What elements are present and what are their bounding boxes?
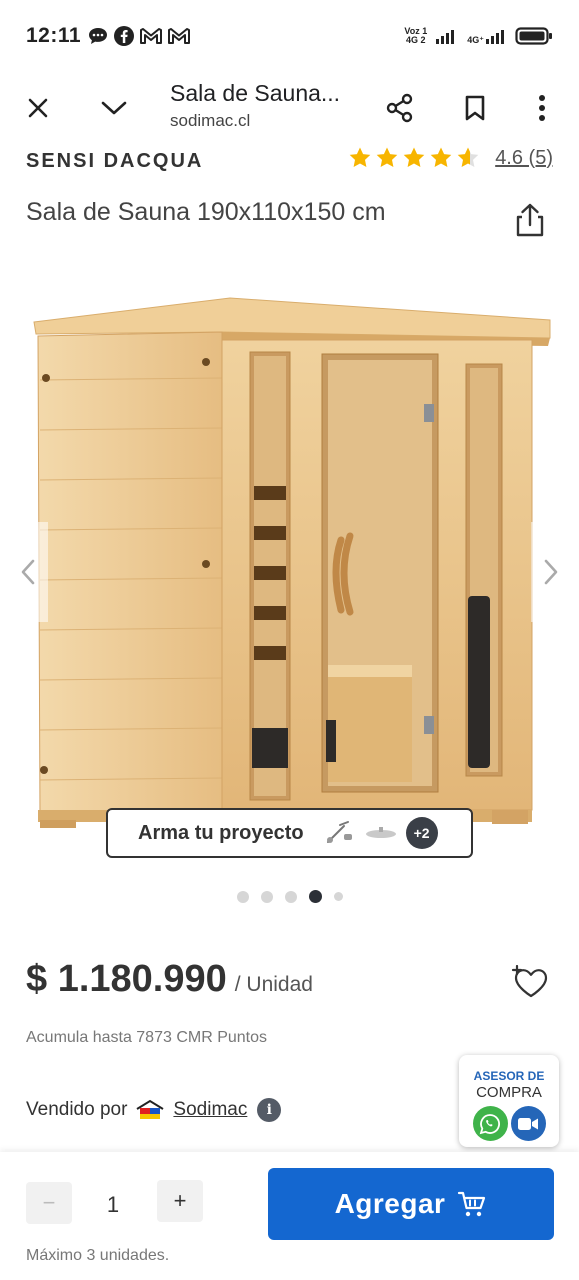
- volte-indicator: Voz 1 4G 2: [404, 26, 428, 45]
- add-to-cart-bar: − 1 + Agregar Máximo 3 unidades.: [0, 1152, 579, 1280]
- heart-plus-icon: [511, 965, 548, 998]
- close-tab-button[interactable]: [16, 86, 60, 130]
- quantity-value: 1: [106, 1192, 120, 1217]
- signal-icon: [435, 27, 459, 45]
- add-to-cart-label: Agregar: [334, 1188, 446, 1219]
- video-camera-icon: [518, 1117, 538, 1130]
- gmail-icon: [139, 27, 163, 45]
- more-products-badge: +2: [405, 817, 438, 849]
- advisor-subtitle: COMPRA: [476, 1084, 542, 1101]
- close-icon: [28, 98, 48, 118]
- tab-title-block: Sala de Sauna... sodimac.cl: [170, 80, 340, 131]
- chevron-down-icon: [101, 101, 127, 115]
- gallery-dot[interactable]: [260, 890, 273, 903]
- gallery-prev-button[interactable]: [8, 522, 48, 622]
- build-project-button[interactable]: Arma tu proyecto +2: [106, 808, 473, 858]
- gallery-dot[interactable]: [236, 890, 249, 903]
- shower-head-icon: [365, 827, 396, 838]
- status-time: 12:11: [26, 24, 82, 47]
- more-vertical-icon: [539, 95, 545, 121]
- network-type: 4G⁺: [467, 27, 507, 45]
- price-unit: / Unidad: [234, 973, 313, 996]
- minimize-tab-button[interactable]: [92, 86, 136, 130]
- gallery-dot[interactable]: [333, 892, 343, 901]
- build-project-label: Arma tu proyecto: [138, 821, 304, 844]
- shower-faucet-icon: [326, 821, 352, 843]
- add-to-cart-button[interactable]: Agregar: [268, 1168, 554, 1240]
- share-upload-icon: [516, 203, 544, 237]
- advisor-contact-options: [459, 1106, 559, 1141]
- rating-link[interactable]: 4.6 (5): [495, 147, 553, 170]
- seller-link[interactable]: Sodimac: [173, 1099, 247, 1121]
- share-icon: [386, 93, 413, 123]
- gallery-dot[interactable]: [284, 890, 297, 903]
- signal-icon: [486, 30, 504, 44]
- chevron-left-icon: [21, 559, 35, 585]
- advisor-title: ASESOR DE: [473, 1069, 545, 1083]
- add-to-wishlist-button[interactable]: [508, 960, 552, 1004]
- sauna-product-image: [33, 297, 551, 828]
- product-brand[interactable]: SENSI DACQUA: [26, 150, 203, 173]
- purchase-advisor-widget[interactable]: ASESOR DE COMPRA: [459, 1055, 559, 1147]
- bookmark-button[interactable]: [453, 86, 497, 130]
- share-button[interactable]: [378, 86, 422, 130]
- cmr-points-text: Acumula hasta 7873 CMR Puntos: [26, 1029, 268, 1046]
- battery-icon: [515, 26, 553, 46]
- status-bar: 12:11 Voz 1 4G 2 4G⁺: [0, 0, 579, 72]
- whatsapp-icon: [479, 1113, 500, 1134]
- whatsapp-button[interactable]: [472, 1106, 508, 1141]
- sold-by-label: Vendido por: [26, 1099, 128, 1120]
- notification-icons: [87, 25, 191, 47]
- sold-by-row: Vendido por Sodimac i: [26, 1098, 282, 1122]
- video-call-button[interactable]: [510, 1106, 546, 1141]
- max-units-note: Máximo 3 unidades.: [26, 1247, 170, 1264]
- system-indicators: Voz 1 4G 2 4G⁺: [404, 26, 553, 46]
- product-gallery[interactable]: [0, 270, 579, 870]
- share-product-button[interactable]: [508, 198, 552, 242]
- price-block: $ 1.180.990 / Unidad: [26, 958, 313, 1001]
- more-options-button[interactable]: [520, 86, 564, 130]
- product-title: Sala de Sauna 190x110x150 cm: [26, 198, 386, 226]
- info-icon[interactable]: i: [257, 1098, 282, 1122]
- page-title: Sala de Sauna...: [170, 80, 341, 106]
- rating-stars-icon: [349, 147, 479, 167]
- facebook-icon: [113, 25, 135, 47]
- page-url: sodimac.cl: [170, 111, 251, 130]
- project-thumbnails: +2: [322, 817, 438, 849]
- chat-bubble-icon: [87, 26, 109, 46]
- quantity-decrease-button[interactable]: −: [26, 1182, 72, 1224]
- cart-icon: [458, 1191, 486, 1217]
- quantity-increase-button[interactable]: +: [157, 1180, 203, 1222]
- browser-toolbar: Sala de Sauna... sodimac.cl: [0, 72, 579, 144]
- product-rating[interactable]: 4.6 (5): [348, 146, 553, 170]
- gmail-icon: [167, 27, 191, 45]
- product-price: $ 1.180.990: [26, 958, 227, 1000]
- gallery-next-button[interactable]: [531, 522, 571, 622]
- chevron-right-icon: [544, 559, 558, 585]
- gallery-pagination: [0, 890, 579, 903]
- gallery-dot-active[interactable]: [308, 890, 322, 903]
- bookmark-icon: [465, 95, 485, 121]
- sodimac-logo-icon: [136, 1099, 164, 1119]
